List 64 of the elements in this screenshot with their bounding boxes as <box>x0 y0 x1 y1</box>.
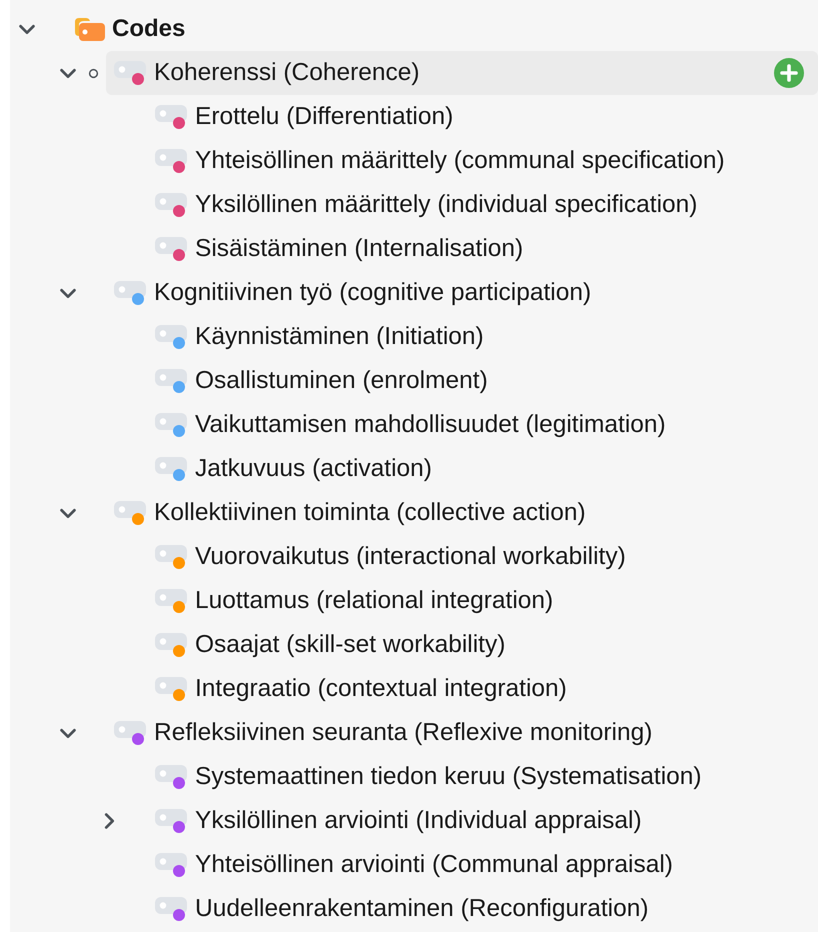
tree-row[interactable]: Integraatio (contextual integration) <box>147 667 818 711</box>
tree-row[interactable]: Yhteisöllinen arviointi (Communal appraisal) <box>147 843 818 887</box>
code-label[interactable]: Kollektiivinen toiminta (collective action) <box>154 499 586 527</box>
tag-icon <box>154 631 190 659</box>
tree-row[interactable]: Osaajat (skill-set workability) <box>147 623 818 667</box>
tree-row[interactable]: Yhteisöllinen määrittely (communal specification) <box>147 139 818 183</box>
code-label[interactable]: Käynnistäminen (Initiation) <box>195 323 484 351</box>
tag-icon <box>154 763 190 791</box>
tag-icon <box>113 499 149 527</box>
code-label[interactable]: Osaajat (skill-set workability) <box>195 631 506 659</box>
tree-row[interactable]: Jatkuvuus (activation) <box>147 447 818 491</box>
tag-icon <box>113 719 149 747</box>
add-icon[interactable] <box>774 58 804 88</box>
tag-icon <box>154 323 190 351</box>
code-label[interactable]: Vuorovaikutus (interactional workability) <box>195 543 626 571</box>
code-label[interactable]: Jatkuvuus (activation) <box>195 455 432 483</box>
tag-icon <box>154 411 190 439</box>
tree-row[interactable]: Yksilöllinen määrittely (individual specification) <box>147 183 818 227</box>
tree-row[interactable]: Koherenssi (Coherence) <box>106 51 818 95</box>
tree-row[interactable]: Kollektiivinen toiminta (collective action) <box>106 491 818 535</box>
code-label[interactable]: Luottamus (relational integration) <box>195 587 554 615</box>
tree-row[interactable]: Erottelu (Differentiation) <box>147 95 818 139</box>
tree-row[interactable]: Vuorovaikutus (interactional workability) <box>147 535 818 579</box>
code-label[interactable]: Osallistuminen (enrolment) <box>195 367 488 395</box>
tree-row[interactable]: Osallistuminen (enrolment) <box>147 359 818 403</box>
tree-row[interactable]: Käynnistäminen (Initiation) <box>147 315 818 359</box>
code-label[interactable]: Erottelu (Differentiation) <box>195 103 454 131</box>
tag-icon <box>113 59 149 87</box>
code-label[interactable]: Vaikuttamisen mahdollisuudet (legitimation) <box>195 411 666 439</box>
code-label[interactable]: Yhteisöllinen määrittely (communal specification) <box>195 147 725 175</box>
tree-root-label[interactable]: Codes <box>112 15 186 43</box>
tree-row[interactable]: Uudelleenrakentaminen (Reconfiguration) <box>147 887 818 931</box>
tag-icon <box>154 191 190 219</box>
tag-icon <box>154 147 190 175</box>
tree-row[interactable]: Refleksiivinen seuranta (Reflexive monitoring) <box>106 711 818 755</box>
tag-icon <box>154 807 190 835</box>
tag-icon <box>113 279 149 307</box>
code-label[interactable]: Sisäistäminen (Internalisation) <box>195 235 524 263</box>
code-label[interactable]: Systemaattinen tiedon keruu (Systematisation) <box>195 763 702 791</box>
tag-icon <box>154 851 190 879</box>
folder-icon <box>72 16 106 42</box>
ring-icon <box>88 68 98 78</box>
tag-icon <box>154 895 190 923</box>
code-label[interactable]: Refleksiivinen seuranta (Reflexive monitoring) <box>154 719 652 747</box>
code-label[interactable]: Kognitiivinen työ (cognitive participation) <box>154 279 592 307</box>
tree-row[interactable]: Kognitiivinen työ (cognitive participation) <box>106 271 818 315</box>
tree-row[interactable]: Luottamus (relational integration) <box>147 579 818 623</box>
code-label[interactable]: Yhteisöllinen arviointi (Communal appraisal) <box>195 851 673 879</box>
tag-icon <box>154 103 190 131</box>
code-label[interactable]: Uudelleenrakentaminen (Reconfiguration) <box>195 895 649 923</box>
tag-icon <box>154 543 190 571</box>
tag-icon <box>154 455 190 483</box>
tag-icon <box>154 235 190 263</box>
tag-icon <box>154 675 190 703</box>
tag-icon <box>154 587 190 615</box>
tree-row[interactable]: Yksilöllinen arviointi (Individual appraisal) <box>147 799 818 843</box>
code-label[interactable]: Integraatio (contextual integration) <box>195 675 567 703</box>
tag-icon <box>154 367 190 395</box>
code-label[interactable]: Koherenssi (Coherence) <box>154 59 420 87</box>
tree-row[interactable]: Vaikuttamisen mahdollisuudet (legitimation) <box>147 403 818 447</box>
code-label[interactable]: Yksilöllinen määrittely (individual specification) <box>195 191 698 219</box>
code-label[interactable]: Yksilöllinen arviointi (Individual appraisal) <box>195 807 642 835</box>
tree-row[interactable]: Sisäistäminen (Internalisation) <box>147 227 818 271</box>
tree-row[interactable]: Systemaattinen tiedon keruu (Systematisation) <box>147 755 818 799</box>
